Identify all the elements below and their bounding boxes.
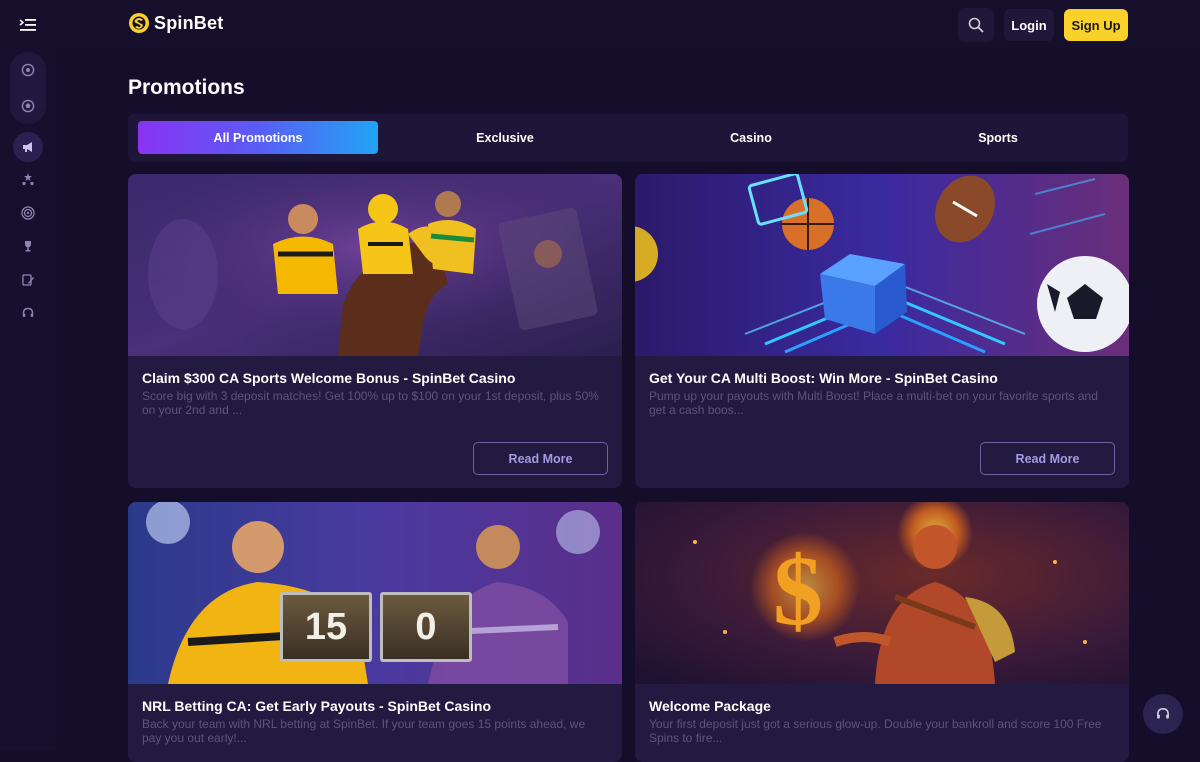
sidebar-item-tournaments[interactable]	[14, 232, 42, 260]
megaphone-icon	[23, 142, 32, 152]
read-more-button[interactable]: Read More	[473, 442, 608, 475]
score-away-box: 0	[380, 592, 472, 662]
top-bar: SpinBet Login Sign Up	[0, 0, 1200, 50]
promo-description: Your first deposit just got a serious gl…	[649, 717, 1102, 745]
promo-title: Get Your CA Multi Boost: Win More - Spin…	[649, 370, 998, 386]
headset-icon	[22, 307, 34, 317]
sidebar-item-target[interactable]	[14, 199, 42, 227]
tab-all-promotions[interactable]: All Promotions	[138, 121, 378, 154]
logo[interactable]: SpinBet	[128, 10, 223, 36]
menu-toggle-icon[interactable]	[14, 12, 42, 38]
score-home: 15	[304, 605, 348, 648]
sidebar-item-support[interactable]	[14, 299, 42, 327]
trophy-icon	[25, 241, 31, 252]
search-button[interactable]	[958, 8, 994, 42]
promo-description: Pump up your payouts with Multi Boost! P…	[649, 389, 1098, 417]
promo-card: $ Welcome Package Your first deposit jus…	[635, 502, 1129, 762]
sidebar	[0, 50, 56, 750]
sidebar-item-live[interactable]	[14, 92, 42, 120]
promo-card: Get Your CA Multi Boost: Win More - Spin…	[635, 174, 1129, 488]
promo-description: Score big with 3 deposit matches! Get 10…	[142, 389, 599, 417]
target-icon	[21, 206, 35, 220]
live-support-button[interactable]	[1143, 694, 1183, 734]
promo-card: 15 0 NRL Betting CA: Get Early Payouts -…	[128, 502, 622, 762]
sidebar-item-promotions[interactable]	[13, 132, 43, 162]
promo-title: NRL Betting CA: Get Early Payouts - Spin…	[142, 698, 492, 714]
signup-button[interactable]: Sign Up	[1064, 9, 1128, 41]
read-more-button[interactable]: Read More	[980, 442, 1115, 475]
logo-text: SpinBet	[154, 12, 224, 33]
promo-image-multi-boost[interactable]	[635, 174, 1129, 356]
sidebar-item-blog[interactable]	[14, 266, 42, 294]
headset-icon	[1157, 708, 1169, 719]
tab-casino[interactable]: Casino	[631, 121, 871, 154]
promo-title: Welcome Package	[649, 698, 771, 714]
svg-text:$: $	[773, 535, 823, 646]
soccer-ball-icon	[21, 99, 35, 113]
logo-icon	[129, 13, 149, 33]
login-button[interactable]: Login	[1004, 9, 1054, 41]
promo-image-welcome-package[interactable]: $	[635, 502, 1129, 684]
tab-exclusive[interactable]: Exclusive	[385, 121, 625, 154]
search-icon	[968, 17, 984, 33]
score-away: 0	[415, 605, 437, 648]
promo-tabs: All Promotions Exclusive Casino Sports	[128, 114, 1128, 162]
soccer-ball-icon	[21, 63, 35, 77]
scoreboard: 15 0	[276, 588, 476, 666]
score-home-box: 15	[280, 592, 372, 662]
tab-sports[interactable]: Sports	[878, 121, 1118, 154]
promo-title: Claim $300 CA Sports Welcome Bonus - Spi…	[142, 370, 516, 386]
promo-image-nrl[interactable]: 15 0	[128, 502, 622, 684]
edit-document-icon	[22, 274, 34, 286]
promo-card: Claim $300 CA Sports Welcome Bonus - Spi…	[128, 174, 622, 488]
page-title: Promotions	[128, 76, 245, 99]
sidebar-item-favorites[interactable]	[14, 165, 42, 193]
promo-description: Back your team with NRL betting at SpinB…	[142, 717, 586, 745]
promo-image-sports-welcome[interactable]	[128, 174, 622, 356]
sidebar-item-sports[interactable]	[14, 56, 42, 84]
stars-icon	[22, 173, 34, 186]
